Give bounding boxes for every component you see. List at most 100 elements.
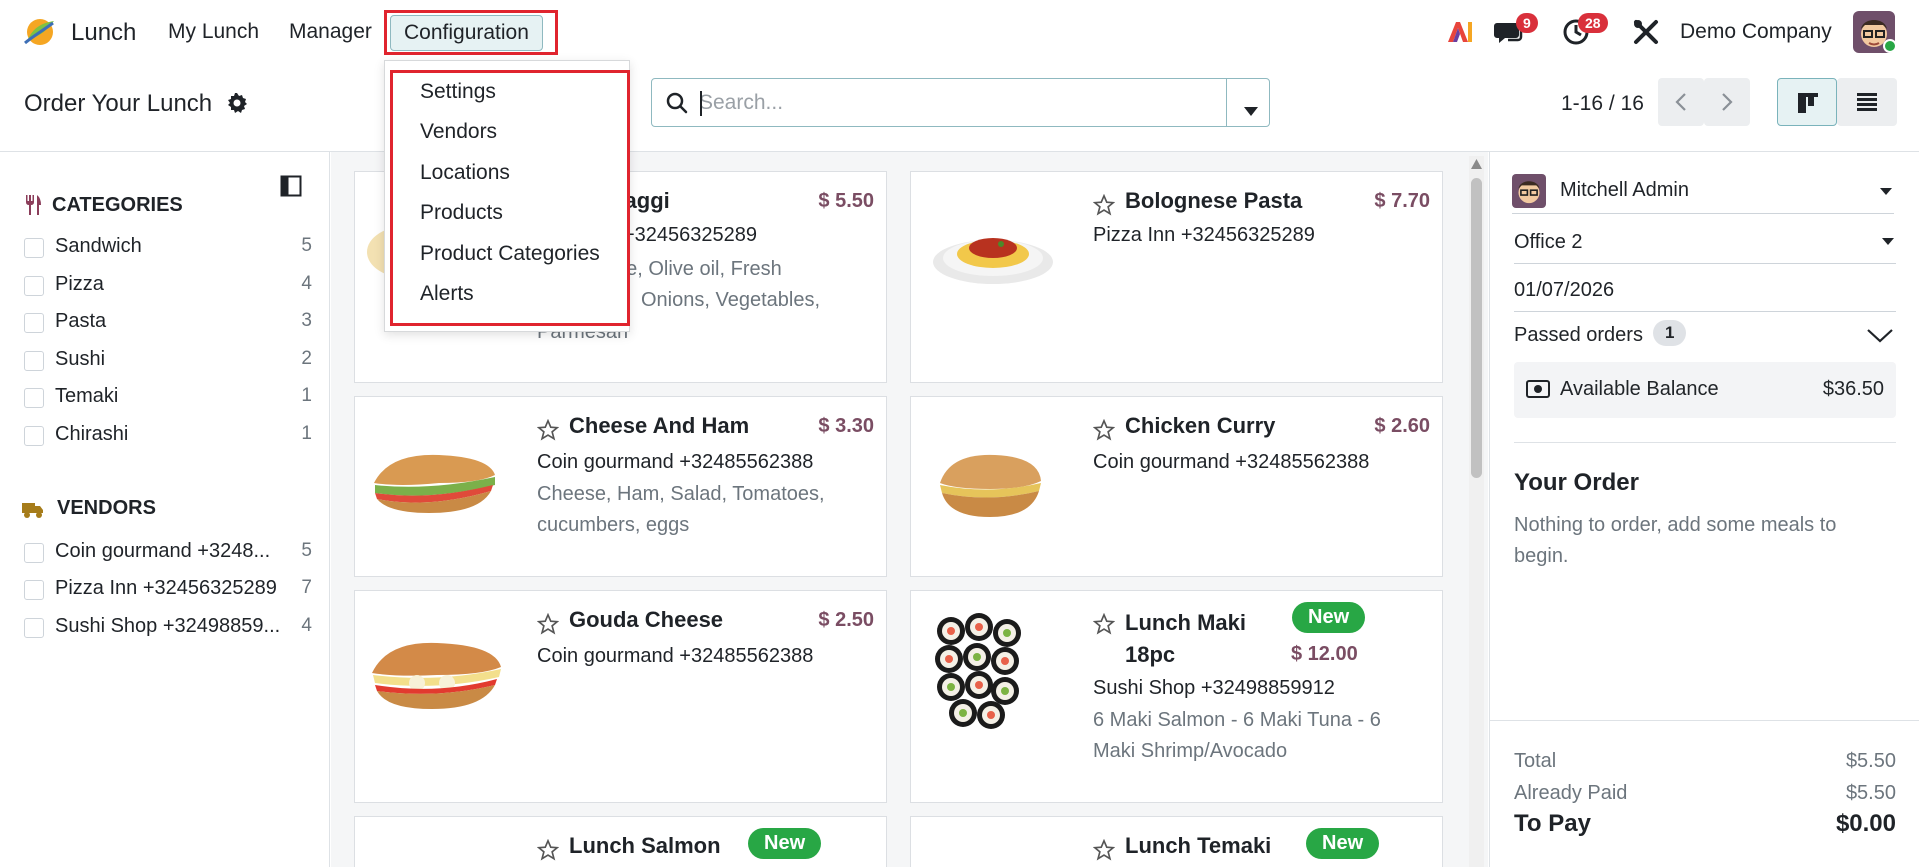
checkbox[interactable] xyxy=(24,238,44,258)
checkbox[interactable] xyxy=(24,351,44,371)
chevron-down-icon xyxy=(1882,238,1894,245)
checkbox[interactable] xyxy=(24,313,44,333)
product-price: $ 7.70 xyxy=(1374,190,1430,212)
vendor-count: 5 xyxy=(301,540,312,561)
category-count: 4 xyxy=(301,273,312,294)
category-filter-temaki[interactable]: Temaki 1 xyxy=(24,384,312,412)
product-vendor: Pizza Inn +32456325289 xyxy=(1093,224,1315,246)
product-vendor: Coin gourmand +32485562388 xyxy=(537,645,814,667)
favorite-star-icon[interactable] xyxy=(536,418,560,447)
product-card[interactable]: Gouda Cheese $ 2.50 Coin gourmand +32485… xyxy=(354,590,887,803)
category-label: Chirashi xyxy=(55,423,129,445)
pager-next-button[interactable] xyxy=(1704,78,1750,126)
vendor-filter-pizza-inn[interactable]: Pizza Inn +32456325289 7 xyxy=(24,576,312,604)
passed-orders-label[interactable]: Passed orders xyxy=(1514,324,1643,347)
product-card[interactable]: Lunch Temaki New xyxy=(910,816,1443,867)
favorite-star-icon[interactable] xyxy=(1092,193,1116,222)
date-field[interactable]: 01/07/2026 xyxy=(1514,272,1896,312)
configuration-highlight-box xyxy=(384,10,558,55)
location-select[interactable]: Office 2 xyxy=(1514,224,1896,264)
category-count: 3 xyxy=(301,310,312,331)
category-filter-chirashi[interactable]: Chirashi 1 xyxy=(24,422,312,450)
kanban-scrollbar[interactable] xyxy=(1469,156,1484,867)
search-input[interactable] xyxy=(699,89,1199,117)
gear-icon[interactable] xyxy=(226,92,248,120)
pager-value[interactable]: 1-16 / 16 xyxy=(1561,92,1644,116)
vendors-section-title: VENDORS xyxy=(57,497,156,519)
checkbox[interactable] xyxy=(24,426,44,446)
product-vendor: Coin gourmand +32485562388 xyxy=(1093,451,1370,473)
scroll-up-icon xyxy=(1471,159,1482,169)
menu-my-lunch[interactable]: My Lunch xyxy=(168,20,259,44)
chevron-right-icon xyxy=(1722,93,1733,111)
lunch-app-icon[interactable] xyxy=(20,13,58,51)
product-name[interactable]: Lunch Salmon xyxy=(569,833,721,859)
messages-count-badge: 9 xyxy=(1516,13,1538,33)
category-filter-pasta[interactable]: Pasta 3 xyxy=(24,309,312,337)
product-description: Cheese, Ham, Salad, Tomatoes, cucumbers,… xyxy=(537,483,825,536)
product-price: $ 12.00 xyxy=(1291,643,1358,665)
search-bar[interactable] xyxy=(651,78,1270,127)
favorite-star-icon[interactable] xyxy=(1092,838,1116,867)
product-price: $ 3.30 xyxy=(818,415,874,437)
search-panel-sidebar: CATEGORIES Sandwich 5 Pizza 4 Pasta 3 Su… xyxy=(0,152,330,867)
scroll-thumb[interactable] xyxy=(1471,178,1482,478)
kanban-view-button[interactable] xyxy=(1777,78,1837,126)
category-filter-pizza[interactable]: Pizza 4 xyxy=(24,272,312,300)
product-card[interactable]: Lunch Maki 18pc New $ 12.00 Sushi Shop +… xyxy=(910,590,1443,803)
product-name[interactable]: Cheese And Ham xyxy=(569,413,749,439)
chevron-down-icon[interactable] xyxy=(1866,327,1894,350)
product-card[interactable]: Lunch Salmon New xyxy=(354,816,887,867)
vendor-label: Pizza Inn +32456325289 xyxy=(55,577,277,599)
category-filter-sushi[interactable]: Sushi 2 xyxy=(24,347,312,375)
search-options-toggle-icon[interactable] xyxy=(1244,99,1258,122)
category-count: 1 xyxy=(301,423,312,444)
cutlery-icon xyxy=(24,194,42,222)
product-name[interactable]: Bolognese Pasta xyxy=(1125,188,1302,214)
checkbox[interactable] xyxy=(24,580,44,600)
checkbox[interactable] xyxy=(24,388,44,408)
app-name[interactable]: Lunch xyxy=(71,19,136,47)
vendor-filter-coin-gourmand[interactable]: Coin gourmand +3248... 5 xyxy=(24,539,312,567)
product-vendor: Coin gourmand +32485562388 xyxy=(537,451,814,473)
product-image xyxy=(931,212,1055,298)
pager-previous-button[interactable] xyxy=(1658,78,1704,126)
product-name[interactable]: Gouda Cheese xyxy=(569,607,723,633)
product-card[interactable]: Cheese And Ham $ 3.30 Coin gourmand +324… xyxy=(354,396,887,577)
user-select[interactable]: Mitchell Admin xyxy=(1512,174,1894,214)
vendor-count: 4 xyxy=(301,615,312,636)
vendor-label: Sushi Shop +32498859... xyxy=(55,615,281,637)
checkbox[interactable] xyxy=(24,543,44,563)
product-card[interactable]: Chicken Curry $ 2.60 Coin gourmand +3248… xyxy=(910,396,1443,577)
product-name[interactable]: Lunch Temaki xyxy=(1125,833,1271,859)
product-name[interactable]: Chicken Curry xyxy=(1125,413,1275,439)
menu-manager[interactable]: Manager xyxy=(289,20,372,44)
page-title[interactable]: Order Your Lunch xyxy=(24,90,212,118)
favorite-star-icon[interactable] xyxy=(1092,612,1116,641)
list-view-button[interactable] xyxy=(1837,78,1897,126)
to-pay-value: $0.00 xyxy=(1835,810,1896,837)
order-empty-message: Nothing to order, add some meals to begi… xyxy=(1514,514,1837,567)
balance-label: Available Balance xyxy=(1560,378,1719,400)
search-icon xyxy=(666,92,688,120)
favorite-star-icon[interactable] xyxy=(1092,418,1116,447)
checkbox[interactable] xyxy=(24,276,44,296)
already-paid-row: Already Paid $5.50 xyxy=(1514,782,1896,805)
category-label: Pizza xyxy=(55,273,104,295)
product-vendor: Sushi Shop +32498859912 xyxy=(1093,677,1335,699)
favorite-star-icon[interactable] xyxy=(536,612,560,641)
location-value: Office 2 xyxy=(1514,231,1583,253)
product-card[interactable]: Bolognese Pasta $ 7.70 Pizza Inn +324563… xyxy=(910,171,1443,383)
toggle-sidebar-icon[interactable] xyxy=(280,175,302,203)
category-count: 2 xyxy=(301,348,312,369)
ai-icon[interactable] xyxy=(1446,18,1474,52)
vendor-filter-sushi-shop[interactable]: Sushi Shop +32498859... 4 xyxy=(24,614,312,642)
debug-tools-icon[interactable] xyxy=(1633,19,1659,51)
category-filter-sandwich[interactable]: Sandwich 5 xyxy=(24,234,312,262)
favorite-star-icon[interactable] xyxy=(536,838,560,867)
company-switcher[interactable]: Demo Company xyxy=(1680,20,1832,44)
category-label: Sandwich xyxy=(55,235,142,257)
checkbox[interactable] xyxy=(24,618,44,638)
new-badge: New xyxy=(1306,828,1380,859)
product-name[interactable]: Lunch Maki 18pc xyxy=(1125,607,1265,671)
